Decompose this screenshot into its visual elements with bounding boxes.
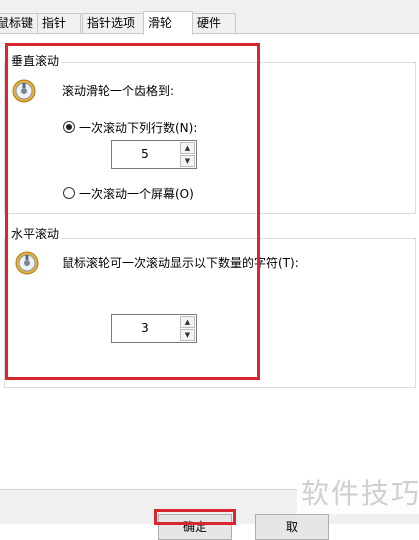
tab-hardware[interactable]: 硬件	[192, 13, 236, 33]
tab-pointer-options[interactable]: 指针选项	[82, 13, 144, 33]
tab-pointers[interactable]: 指针	[37, 13, 81, 33]
watermark: 软件技巧	[297, 470, 419, 514]
tab-bar: 鼠标键 指针 指针选项 滑轮 硬件	[0, 0, 419, 35]
wheel-panel: 垂直滚动 滚动滑轮一个齿格到: 一次滚动下列行数(N): 5 ▲ ▼ 一次滚动一…	[0, 34, 419, 489]
chars-value[interactable]: 3	[112, 315, 178, 342]
screen-radio[interactable]	[63, 187, 75, 199]
cancel-button[interactable]: 取	[255, 514, 329, 540]
wheel-icon	[12, 79, 36, 103]
wheel-icon	[15, 251, 39, 275]
spin-down-icon[interactable]: ▼	[180, 155, 195, 167]
lines-spinbox[interactable]: 5 ▲ ▼	[111, 140, 197, 169]
horizontal-scroll-title: 水平滚动	[9, 225, 62, 242]
vertical-scroll-title: 垂直滚动	[9, 52, 62, 69]
horizontal-scroll-prompt: 鼠标滚轮可一次滚动显示以下数量的字符(T):	[62, 256, 299, 270]
spin-up-icon[interactable]: ▲	[180, 316, 195, 328]
spin-down-icon[interactable]: ▼	[180, 329, 195, 341]
lines-radio-label[interactable]: 一次滚动下列行数(N):	[79, 119, 197, 136]
chars-spinbox[interactable]: 3 ▲ ▼	[111, 314, 197, 343]
lines-value[interactable]: 5	[112, 141, 178, 168]
screen-radio-label[interactable]: 一次滚动一个屏幕(O)	[79, 185, 194, 202]
spin-up-icon[interactable]: ▲	[180, 142, 195, 154]
vertical-scroll-prompt: 滚动滑轮一个齿格到:	[62, 84, 175, 98]
tab-wheel[interactable]: 滑轮	[143, 11, 193, 35]
lines-radio[interactable]	[63, 121, 75, 133]
